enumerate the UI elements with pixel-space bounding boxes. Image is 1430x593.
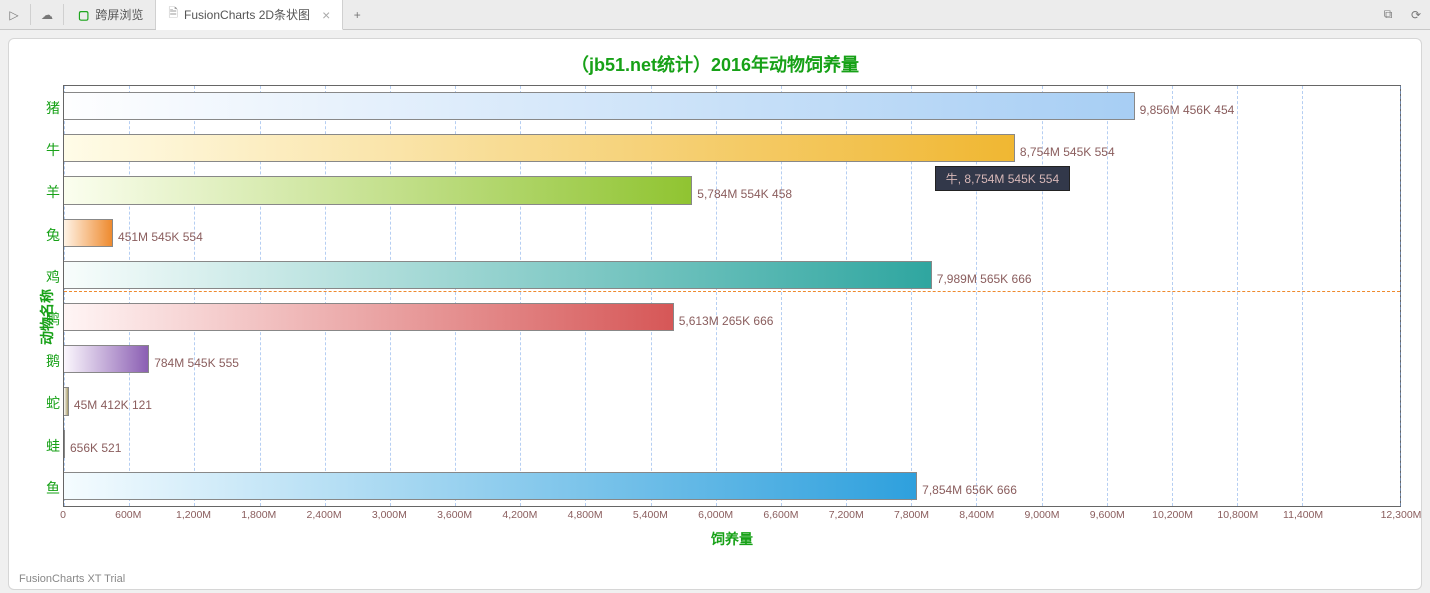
bar[interactable]: 5,613M 265K 666 [64, 303, 674, 331]
value-label: 784M 545K 555 [154, 356, 239, 370]
bar[interactable]: 451M 545K 554 [64, 219, 113, 247]
x-tick-label: 1,200M [176, 509, 211, 521]
bar[interactable]: 9,856M 456K 454 [64, 92, 1135, 120]
x-tick-label: 3,000M [372, 509, 407, 521]
x-tick-label: 600M [115, 509, 141, 521]
bar-row: 鹅784M 545K 555 [64, 339, 1400, 381]
x-tick-label: 11,400M [1283, 509, 1323, 521]
x-tick-label: 2,400M [307, 509, 342, 521]
x-tick-label: 9,600M [1090, 509, 1125, 521]
category-label: 猪 [44, 98, 60, 118]
bar[interactable]: 7,989M 565K 666 [64, 261, 932, 289]
value-label: 9,856M 456K 454 [1140, 103, 1235, 117]
bar-row: 蛙656K 521 [64, 424, 1400, 466]
bar[interactable]: 45M 412K 121 [64, 387, 69, 415]
bar-row: 兔451M 545K 554 [64, 213, 1400, 255]
bar-row: 鸡7,989M 565K 666 [64, 255, 1400, 297]
bar-row: 猪9,856M 456K 454 [64, 86, 1400, 128]
bar-row: 蛇45M 412K 121 [64, 381, 1400, 423]
bar-row: 羊5,784M 554K 458 [64, 170, 1400, 212]
chart-plot-area[interactable]: 猪9,856M 456K 454牛8,754M 545K 554羊5,784M … [63, 85, 1401, 507]
category-label: 鹅 [44, 351, 60, 371]
value-label: 7,989M 565K 666 [937, 272, 1032, 286]
chart-container: （jb51.net统计）2016年动物饲养量 动物名称 猪9,856M 456K… [8, 38, 1422, 590]
x-tick-label: 7,800M [894, 509, 929, 521]
tab-label: FusionCharts 2D条状图 [184, 6, 310, 23]
x-axis-ticks: 0 600M 1,200M 1,800M 2,400M 3,000M 3,600M 4,200… [63, 509, 1401, 525]
bar-row: 鱼7,854M 656K 666 [64, 466, 1400, 508]
value-label: 451M 545K 554 [118, 230, 203, 244]
browser-tabstrip: ▷ ☁ ▢ 跨屏浏览 🗎 FusionCharts 2D条状图 × + ⧉ ⟳ [0, 0, 1430, 30]
x-tick-label: 12,300M [1381, 509, 1422, 521]
file-icon: 🗎 [168, 4, 178, 25]
category-label: 鸡 [44, 267, 60, 287]
category-label: 羊 [44, 182, 60, 202]
value-label: 45M 412K 121 [74, 398, 152, 412]
cloud-button[interactable]: ☁ [33, 0, 61, 29]
tab-cross-screen[interactable]: ▢ 跨屏浏览 [66, 0, 156, 29]
x-tick-label: 0 [60, 509, 66, 521]
category-label: 兔 [44, 225, 60, 245]
tab-fusioncharts[interactable]: 🗎 FusionCharts 2D条状图 × [156, 0, 343, 30]
x-tick-label: 4,800M [568, 509, 603, 521]
gridline [1400, 86, 1401, 506]
phone-icon: ▢ [78, 8, 89, 22]
bar[interactable]: 784M 545K 555 [64, 345, 149, 373]
value-label: 656K 521 [70, 441, 121, 455]
close-icon[interactable]: × [322, 7, 330, 23]
bar[interactable]: 5,784M 554K 458 [64, 176, 692, 204]
category-label: 牛 [44, 140, 60, 160]
back-button[interactable]: ▷ [0, 0, 28, 29]
value-label: 8,754M 545K 554 [1020, 145, 1115, 159]
value-label: 5,613M 265K 666 [679, 314, 774, 328]
chart-title: （jb51.net统计）2016年动物饲养量 [19, 47, 1411, 85]
x-tick-label: 4,200M [502, 509, 537, 521]
category-label: 蛇 [44, 393, 60, 413]
x-tick-label: 9,000M [1025, 509, 1060, 521]
x-tick-label: 8,400M [959, 509, 994, 521]
bar[interactable]: 8,754M 545K 554 [64, 134, 1015, 162]
x-axis-title: 饲养量 [63, 529, 1401, 549]
x-tick-label: 5,400M [633, 509, 668, 521]
value-label: 7,854M 656K 666 [922, 483, 1017, 497]
x-tick-label: 10,200M [1152, 509, 1193, 521]
category-label: 鱼 [44, 478, 60, 498]
x-tick-label: 1,800M [241, 509, 276, 521]
x-tick-label: 10,800M [1217, 509, 1258, 521]
category-label: 鸭 [44, 309, 60, 329]
split-view-button[interactable]: ⧉ [1374, 0, 1402, 29]
x-tick-label: 3,600M [437, 509, 472, 521]
category-label: 蛙 [44, 436, 60, 456]
value-label: 5,784M 554K 458 [697, 187, 792, 201]
watermark: FusionCharts XT Trial [19, 573, 125, 585]
x-tick-label: 6,000M [698, 509, 733, 521]
bar-row: 牛8,754M 545K 554 [64, 128, 1400, 170]
bar-row: 鸭5,613M 265K 666 [64, 297, 1400, 339]
reload-button[interactable]: ⟳ [1402, 0, 1430, 29]
bar[interactable]: 656K 521 [64, 430, 65, 458]
new-tab-button[interactable]: + [343, 0, 371, 29]
tab-label: 跨屏浏览 [95, 6, 143, 23]
bar[interactable]: 7,854M 656K 666 [64, 472, 917, 500]
x-tick-label: 7,200M [829, 509, 864, 521]
x-tick-label: 6,600M [763, 509, 798, 521]
